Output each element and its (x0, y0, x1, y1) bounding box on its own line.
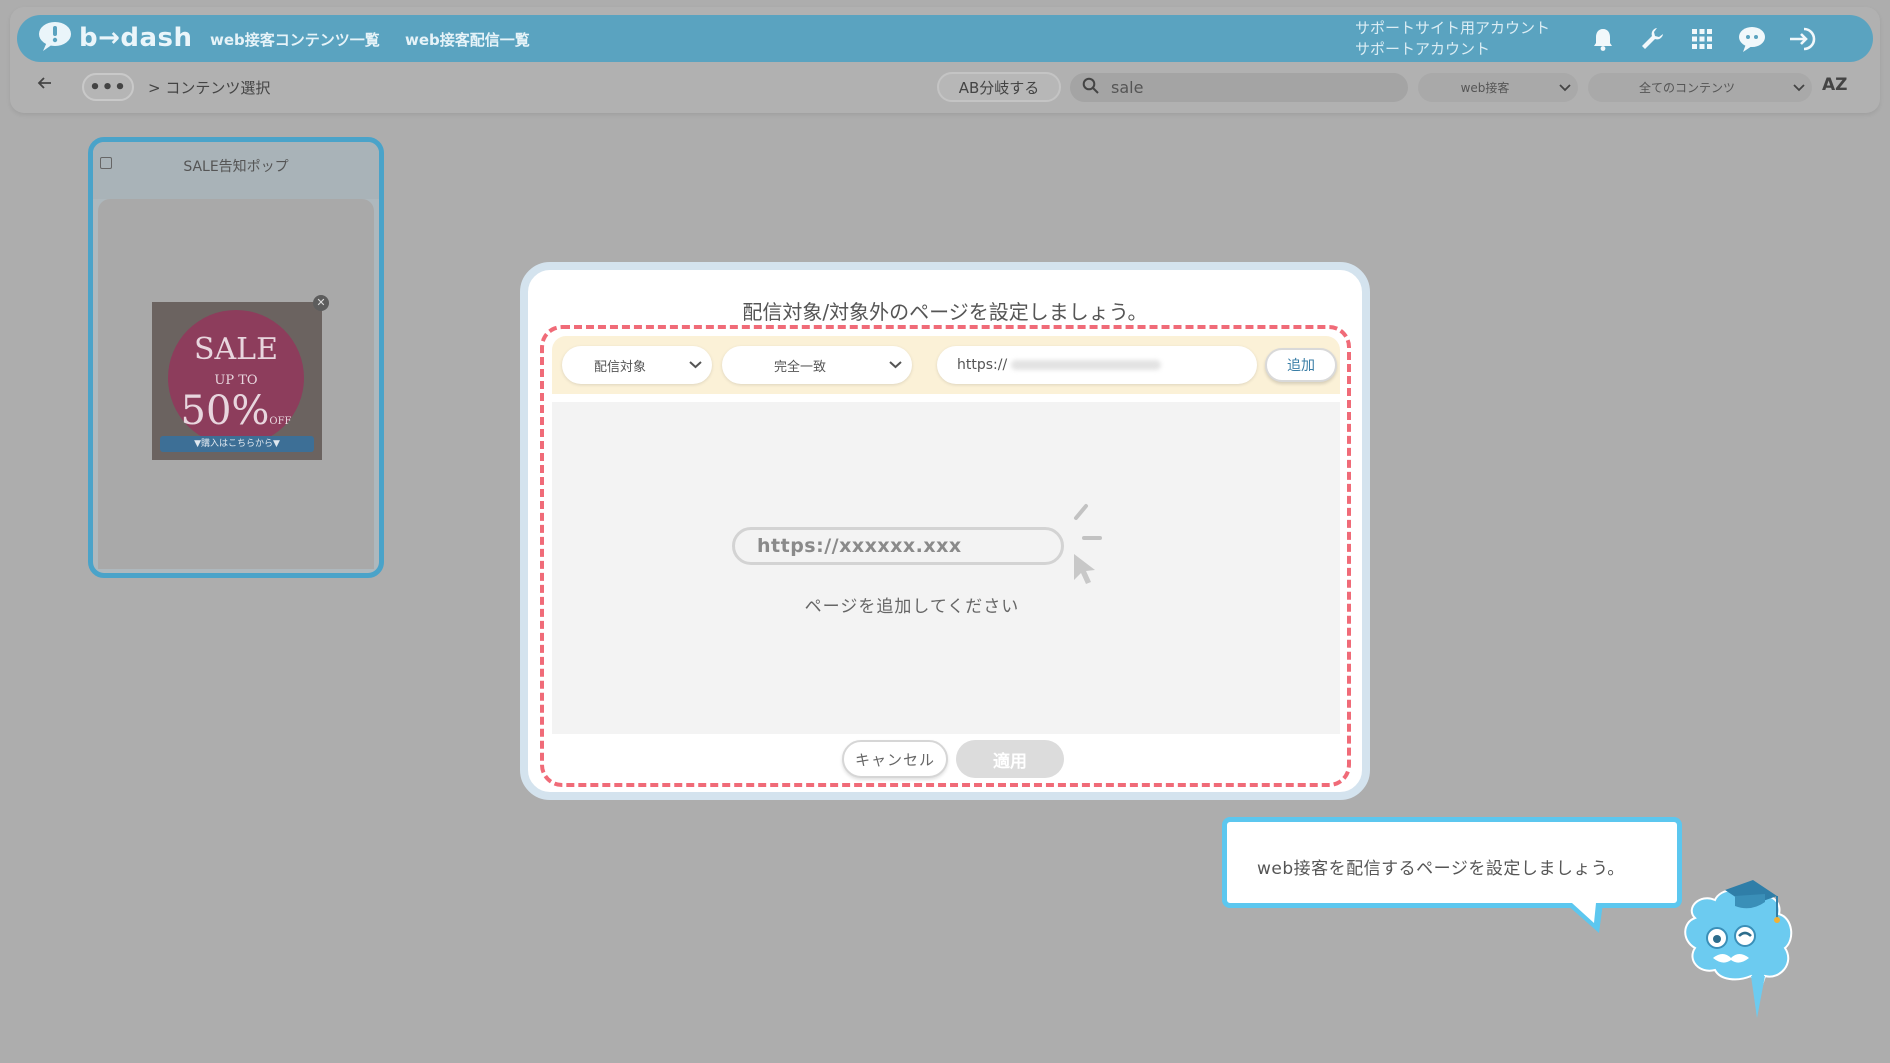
ab-split-button[interactable]: AB分岐する (937, 72, 1061, 102)
account-info[interactable]: サポートサイト用アカウント サポートアカウント (1355, 18, 1550, 60)
sale-upto-text: UP TO (214, 373, 258, 388)
account-name: サポートサイト用アカウント (1355, 19, 1551, 37)
main-navbar: b→dash web接客コンテンツ一覧 web接客配信一覧 サポートサイト用アカ… (17, 15, 1873, 62)
bell-icon[interactable] (1588, 25, 1618, 53)
content-select-value: 全てのコンテンツ (1638, 81, 1735, 95)
logo-text: b→dash (79, 23, 193, 53)
modal-title: 配信対象/対象外のページを設定しましょう。 (742, 300, 1148, 324)
tooltip-tail (1565, 903, 1605, 943)
sub-toolbar: ••• > コンテンツ選択 AB分岐する web接客 全てのコンテンツ AZ (10, 69, 1880, 107)
search-box[interactable] (1070, 73, 1408, 102)
content-select[interactable]: 全てのコンテンツ (1588, 73, 1812, 102)
account-sub: サポートアカウント (1355, 40, 1491, 58)
logo[interactable]: b→dash (37, 21, 193, 55)
more-button[interactable]: ••• (82, 73, 134, 101)
type-select-value: web接客 (1460, 81, 1510, 95)
top-bar: b→dash web接客コンテンツ一覧 web接客配信一覧 サポートサイト用アカ… (10, 7, 1880, 113)
page-settings-modal: 配信対象/対象外のページを設定しましょう。 配信対象 完全一致 https://… (520, 262, 1370, 800)
breadcrumb: > コンテンツ選択 (148, 79, 271, 97)
card-title: SALE告知ポップ (183, 159, 289, 175)
sale-percent-text: 50%OFF (168, 388, 304, 434)
search-input[interactable] (1109, 77, 1393, 98)
chat-assistant-icon[interactable] (1737, 25, 1767, 53)
search-icon (1082, 77, 1099, 98)
mascot-brain-icon[interactable] (1665, 878, 1815, 1032)
sale-off-text: OFF (269, 416, 292, 427)
sort-az-icon[interactable]: AZ (1822, 75, 1847, 95)
tutorial-highlight-frame (540, 325, 1351, 787)
tooltip-text: web接客を配信するページを設定しましょう。 (1257, 859, 1625, 879)
apps-grid-icon[interactable] (1687, 25, 1717, 53)
sale-circle: SALE UP TO 50%OFF (168, 310, 304, 446)
sale-text: SALE (193, 332, 279, 367)
nav-link-contents[interactable]: web接客コンテンツ一覧 (210, 29, 380, 50)
logout-icon[interactable] (1788, 25, 1818, 53)
nav-link-deliveries[interactable]: web接客配信一覧 (405, 29, 530, 50)
wrench-icon[interactable] (1637, 25, 1667, 53)
chevron-down-icon (1552, 83, 1578, 92)
sale-cta-bar: ▼購入はこちらから▼ (160, 436, 314, 452)
sale-banner-image: SALE UP TO 50%OFF ▼購入はこちらから▼ (152, 302, 322, 460)
sale-percent-value: 50% (180, 388, 270, 434)
logo-icon (37, 20, 75, 56)
back-arrow-icon[interactable] (36, 74, 54, 96)
chevron-down-icon (1786, 83, 1812, 92)
close-icon[interactable]: ✕ (313, 295, 329, 311)
card-header: SALE告知ポップ (93, 142, 379, 199)
type-select[interactable]: web接客 (1418, 73, 1578, 102)
tutorial-tooltip: web接客を配信するページを設定しましょう。 (1222, 817, 1682, 908)
